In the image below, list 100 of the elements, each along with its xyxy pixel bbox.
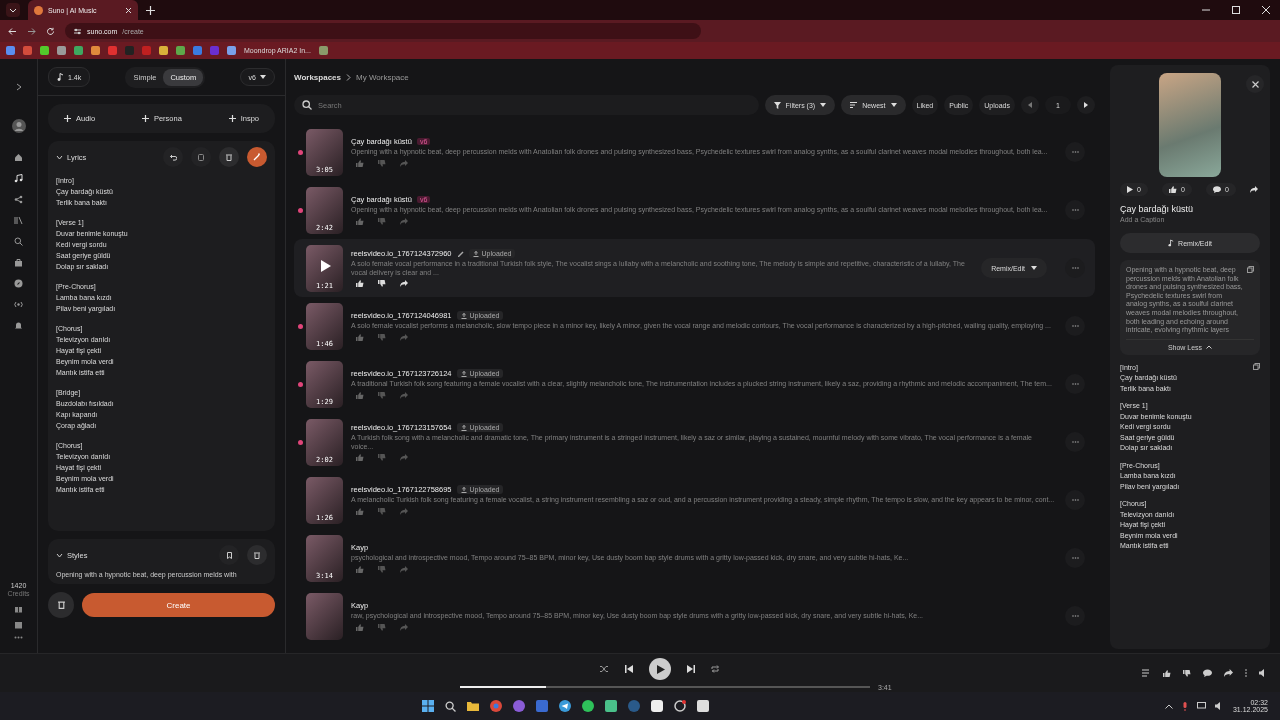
- thumbs-down-icon[interactable]: [378, 280, 386, 287]
- next-page-button[interactable]: [1077, 96, 1095, 114]
- bookmark-icon[interactable]: [176, 46, 185, 55]
- browser-icon[interactable]: [489, 700, 502, 712]
- previous-icon[interactable]: [625, 665, 633, 673]
- radio-icon[interactable]: [14, 300, 23, 309]
- share-icon[interactable]: [400, 280, 408, 287]
- search-icon[interactable]: [14, 237, 23, 246]
- expand-icon[interactable]: [14, 83, 23, 91]
- bookmark-icon[interactable]: [40, 46, 49, 55]
- search-icon[interactable]: [444, 700, 456, 712]
- music-app-icon[interactable]: [581, 700, 594, 712]
- caret-up-icon[interactable]: [1164, 703, 1173, 709]
- new-tab-icon[interactable]: [146, 5, 155, 15]
- more-button[interactable]: [1065, 490, 1085, 510]
- reload-icon[interactable]: [46, 26, 55, 36]
- delete-button[interactable]: [219, 147, 239, 167]
- thumbs-down-icon[interactable]: [378, 454, 386, 461]
- breadcrumb-link[interactable]: Workspaces: [294, 72, 341, 82]
- chat-app-icon[interactable]: [512, 700, 525, 712]
- app-icon[interactable]: [696, 700, 709, 712]
- close-button[interactable]: [1246, 75, 1264, 93]
- comment-icon[interactable]: [1203, 669, 1212, 677]
- more-button[interactable]: [1065, 200, 1085, 220]
- thumbs-up-icon[interactable]: [356, 280, 364, 287]
- bookmark-button[interactable]: [219, 545, 239, 565]
- more-button[interactable]: [1065, 432, 1085, 452]
- library-icon[interactable]: [14, 216, 23, 225]
- create-button[interactable]: Create: [82, 593, 275, 617]
- magic-wand-button[interactable]: [247, 147, 267, 167]
- thumbs-up-icon[interactable]: [356, 333, 364, 341]
- thumbs-down-icon[interactable]: [378, 333, 386, 341]
- forward-icon[interactable]: [27, 26, 36, 36]
- monitor-icon[interactable]: [1196, 702, 1206, 710]
- bag-icon[interactable]: [14, 258, 23, 267]
- bookmark-icon[interactable]: [57, 46, 66, 55]
- copy-button[interactable]: [191, 147, 211, 167]
- thumbs-down-icon[interactable]: [378, 565, 386, 573]
- thumbs-down-icon[interactable]: [378, 623, 386, 631]
- play-button[interactable]: [649, 658, 671, 680]
- more-button[interactable]: [1065, 142, 1085, 162]
- app-icon[interactable]: [650, 700, 663, 712]
- undo-button[interactable]: [163, 147, 183, 167]
- maximize-icon[interactable]: [1232, 6, 1240, 14]
- thumbs-up-icon[interactable]: [356, 217, 364, 225]
- pencil-icon[interactable]: [456, 250, 464, 257]
- thumbs-up-icon[interactable]: [356, 623, 364, 631]
- thumbs-down-icon[interactable]: [378, 217, 386, 225]
- bookmark-icon[interactable]: [159, 46, 168, 55]
- more-icon[interactable]: [14, 636, 23, 639]
- more-button[interactable]: [1065, 316, 1085, 336]
- play-icon[interactable]: [318, 258, 332, 273]
- app-icon[interactable]: [673, 700, 686, 712]
- bookmark-icon[interactable]: [227, 46, 236, 55]
- delete-button[interactable]: [247, 545, 267, 565]
- thumbs-up-icon[interactable]: [356, 565, 364, 573]
- minimize-icon[interactable]: [1202, 6, 1210, 14]
- thumbs-down-icon[interactable]: [378, 391, 386, 399]
- share-icon[interactable]: [1224, 669, 1233, 677]
- copy-icon[interactable]: [1253, 362, 1260, 370]
- close-icon[interactable]: [125, 6, 132, 14]
- windows-start-icon[interactable]: [421, 700, 434, 712]
- thumbs-up-icon[interactable]: [1163, 669, 1171, 677]
- telegram-icon[interactable]: [558, 700, 571, 712]
- thumbs-up-icon[interactable]: [356, 507, 364, 515]
- thumbs-up-icon[interactable]: [356, 159, 364, 167]
- bookmark-icon[interactable]: [74, 46, 83, 55]
- share-icon[interactable]: [1250, 186, 1258, 193]
- thumbs-down-icon[interactable]: [378, 159, 386, 167]
- bag-icon[interactable]: [14, 620, 23, 629]
- app-icon[interactable]: [604, 700, 617, 712]
- bookmark-icon[interactable]: [193, 46, 202, 55]
- tab-list-button[interactable]: [6, 3, 20, 17]
- site-settings-icon[interactable]: [73, 26, 82, 36]
- clear-button[interactable]: [48, 592, 74, 618]
- microphone-icon[interactable]: [1181, 701, 1188, 711]
- more-button[interactable]: [1065, 548, 1085, 568]
- repeat-icon[interactable]: [711, 665, 720, 673]
- copy-icon[interactable]: [1247, 266, 1254, 273]
- bookmark-icon[interactable]: [6, 46, 15, 55]
- next-icon[interactable]: [687, 665, 695, 673]
- music-note-icon[interactable]: [14, 174, 23, 183]
- close-icon[interactable]: [1262, 6, 1270, 14]
- bookmark-icon[interactable]: [91, 46, 100, 55]
- thumbs-up-icon[interactable]: [356, 391, 364, 399]
- cover-art-placeholder[interactable]: [306, 592, 343, 640]
- home-icon[interactable]: [14, 153, 23, 162]
- shuffle-icon[interactable]: [600, 665, 609, 673]
- bell-icon[interactable]: [14, 321, 23, 330]
- back-icon[interactable]: [8, 26, 17, 36]
- thumbs-down-icon[interactable]: [378, 507, 386, 515]
- avatar-icon[interactable]: [11, 119, 26, 133]
- queue-icon[interactable]: [1142, 669, 1151, 677]
- thumbs-down-icon[interactable]: [1183, 669, 1191, 677]
- share-icon[interactable]: [14, 195, 23, 204]
- bookmark-icon[interactable]: [318, 46, 328, 55]
- thumbs-up-icon[interactable]: [356, 454, 364, 461]
- compass-icon[interactable]: [14, 279, 23, 288]
- previous-page-button[interactable]: [1021, 96, 1039, 114]
- gift-icon[interactable]: [14, 604, 23, 613]
